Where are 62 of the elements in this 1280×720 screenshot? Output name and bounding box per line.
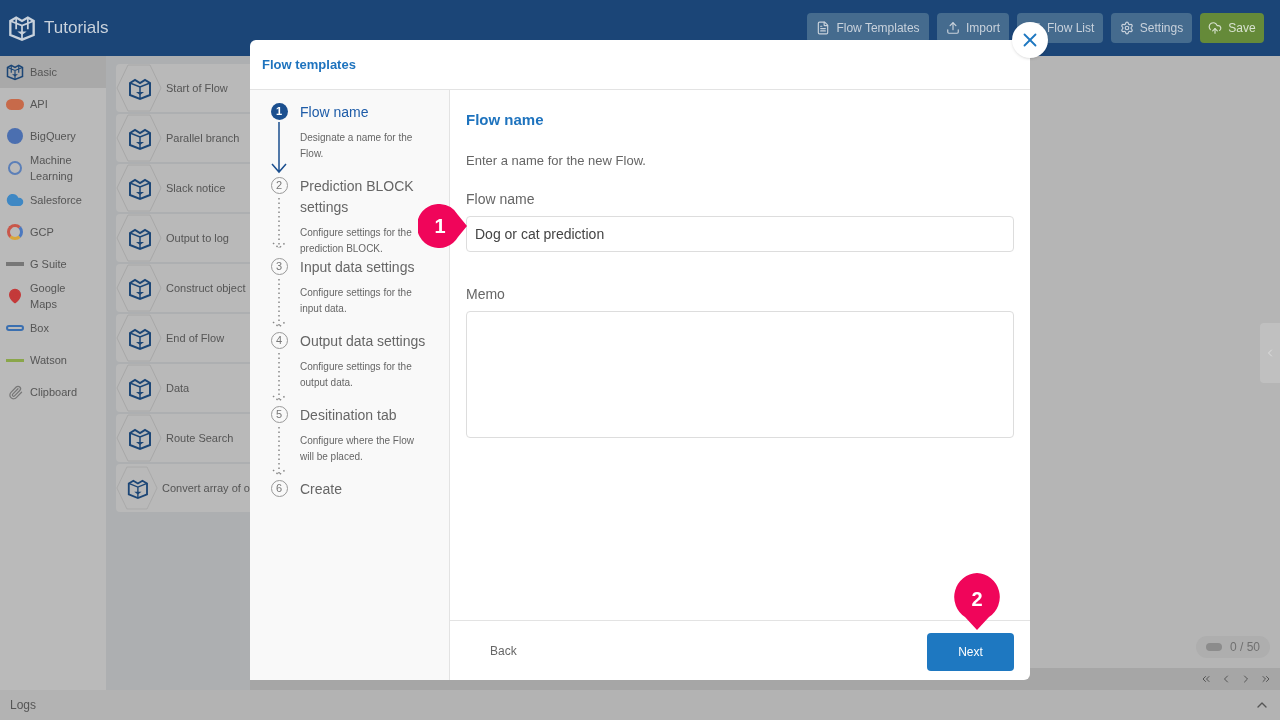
toolbar-button[interactable]: Settings xyxy=(1111,13,1192,43)
toggle-icon xyxy=(1205,643,1222,651)
block-hexagon-icon xyxy=(116,364,162,412)
step-title[interactable]: Output data settings xyxy=(300,331,441,352)
cloud-icon xyxy=(6,191,24,209)
step-title[interactable]: Desitination tab xyxy=(300,405,441,426)
logs-label[interactable]: Logs xyxy=(10,696,37,714)
cube-logo-icon xyxy=(8,14,36,42)
block-item[interactable]: Output to log xyxy=(116,214,250,262)
step-number: 1 xyxy=(270,103,288,120)
flow-name-input[interactable]: Dog or cat prediction xyxy=(466,216,1014,252)
step-description: Configure settings for the output data. xyxy=(300,360,413,390)
back-button[interactable]: Back xyxy=(466,632,541,669)
block-item[interactable]: Slack notice xyxy=(116,164,250,212)
cube-icon xyxy=(6,63,24,81)
counter-pill: 0 / 50 xyxy=(1195,636,1270,658)
block-hexagon-icon xyxy=(116,114,162,162)
block-item[interactable]: Data xyxy=(116,364,250,412)
intro-text: Enter a name for the new Flow. xyxy=(466,151,647,170)
section-heading: Flow name xyxy=(466,110,545,130)
block-item[interactable]: Parallel branch xyxy=(116,114,250,162)
dialog-title: Flow templates xyxy=(262,55,356,74)
step-description: Configure settings for the prediction BLOCK. xyxy=(300,226,413,256)
field-label: Flow name xyxy=(466,190,536,209)
toolbar-button[interactable]: Flow Templates xyxy=(807,13,929,43)
toolbar-button[interactable]: Import xyxy=(937,13,1009,43)
block-item[interactable]: Convert array of o xyxy=(116,464,250,512)
step-title[interactable]: Flow name xyxy=(300,102,441,123)
step-description: Designate a name for the Flow. xyxy=(300,131,414,161)
settings-icon xyxy=(1119,21,1134,35)
step-title[interactable]: Create xyxy=(300,479,441,500)
step-description: Configure settings for the input data. xyxy=(300,286,413,316)
block-hexagon-icon xyxy=(116,214,162,262)
arrow-down-icon xyxy=(270,120,288,176)
block-hexagon-icon xyxy=(116,64,162,112)
toolbar-button[interactable]: Save xyxy=(1200,13,1264,43)
paperclip-icon xyxy=(7,384,23,400)
block-item[interactable]: Construct object xyxy=(116,264,250,312)
document-icon xyxy=(816,21,831,35)
category-item[interactable]: Basic xyxy=(0,56,106,88)
callout-marker: 2 xyxy=(953,573,1001,631)
next-button[interactable]: Next xyxy=(927,632,1014,671)
first-page-icon[interactable] xyxy=(1200,673,1212,685)
memo-input[interactable] xyxy=(466,311,1014,438)
upload-icon xyxy=(946,21,960,35)
block-item[interactable]: End of Flow xyxy=(116,314,250,362)
step-title[interactable]: Input data settings xyxy=(300,257,441,278)
block-item[interactable]: Route Search xyxy=(116,414,250,462)
cloud-upload-icon xyxy=(1208,21,1223,35)
block-hexagon-icon xyxy=(116,314,162,362)
block-hexagon-icon xyxy=(116,464,158,512)
last-page-icon[interactable] xyxy=(1260,673,1272,685)
block-hexagon-icon xyxy=(116,414,162,462)
map-pin-icon xyxy=(7,288,23,304)
field-label: Memo xyxy=(466,285,506,304)
block-item[interactable]: Start of Flow xyxy=(116,64,250,112)
block-hexagon-icon xyxy=(116,164,162,212)
step-description: Configure where the Flow will be placed. xyxy=(300,434,415,464)
app-title: Tutorials xyxy=(44,17,109,40)
callout-marker: 1 xyxy=(418,204,468,248)
collapse-handle[interactable] xyxy=(1260,323,1280,383)
block-hexagon-icon xyxy=(116,264,162,312)
